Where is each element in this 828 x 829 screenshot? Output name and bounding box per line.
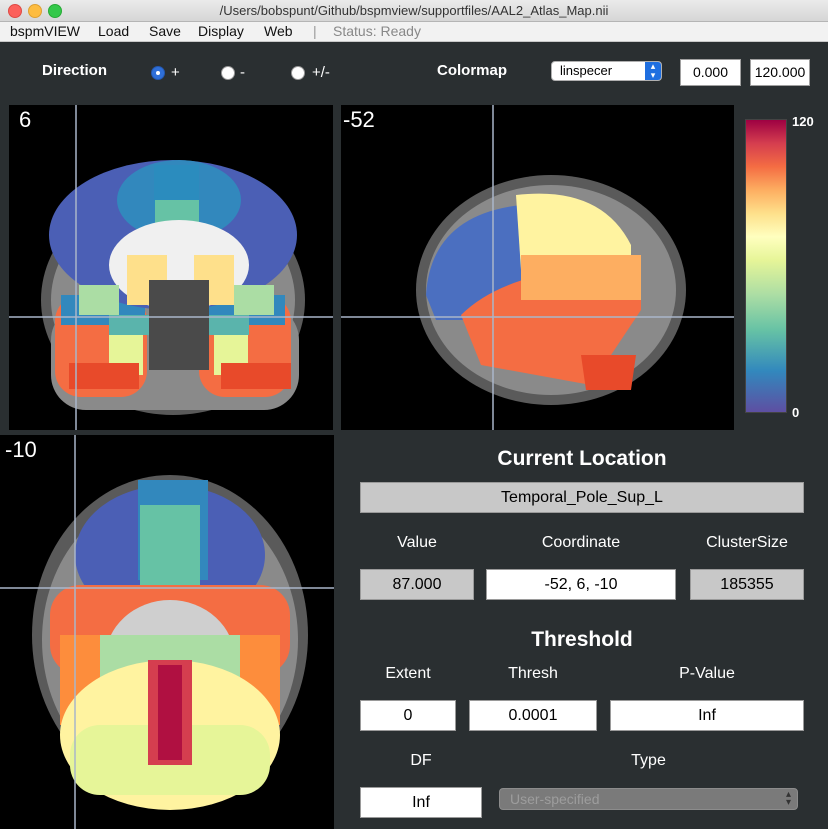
menu-save[interactable]: Save (149, 23, 181, 39)
menu-display[interactable]: Display (198, 23, 244, 39)
extent-label: Extent (385, 665, 431, 682)
pvalue-label: P-Value (679, 665, 735, 682)
threshold-heading: Threshold (531, 628, 633, 651)
sagittal-view[interactable]: -52 (341, 105, 734, 430)
menu-web[interactable]: Web (264, 23, 293, 39)
direction-minus-radio[interactable] (221, 66, 235, 80)
coronal-crosshair (9, 105, 333, 430)
direction-minus-label: - (240, 64, 245, 81)
menu-bspmview[interactable]: bspmVIEW (10, 23, 80, 39)
colormap-value: linspecer (560, 63, 613, 78)
coronal-slice-label: 6 (19, 107, 32, 132)
sagittal-crosshair (341, 105, 734, 430)
status-text: Status: Ready (333, 23, 421, 39)
sagittal-slice-label: -52 (343, 107, 375, 132)
df-label: DF (410, 752, 432, 769)
colormap-max-input[interactable]: 120.000 (750, 59, 810, 86)
direction-label: Direction (42, 62, 108, 79)
colorbar-max-label: 120 (792, 114, 814, 129)
colorbar (745, 119, 787, 413)
colormap-min-input[interactable]: 0.000 (680, 59, 741, 86)
menu-bar: bspmVIEW Load Save Display Web | Status:… (0, 22, 828, 42)
current-location-heading: Current Location (497, 447, 667, 470)
thresh-input[interactable]: 0.0001 (469, 700, 597, 731)
coordinate-label: Coordinate (541, 534, 621, 551)
cluster-size-label: ClusterSize (706, 534, 788, 551)
type-label: Type (631, 752, 666, 769)
coronal-view[interactable]: 6 (9, 105, 333, 430)
direction-both-radio[interactable] (291, 66, 305, 80)
direction-both-label: +/- (312, 64, 330, 81)
menu-separator: | (313, 23, 317, 39)
chevron-updown-icon: ▴ ▾ (785, 789, 791, 808)
threshold-type-value: User-specified (510, 791, 600, 807)
axial-slice-label: -10 (5, 437, 37, 462)
pvalue-input[interactable]: Inf (610, 700, 804, 731)
extent-input[interactable]: 0 (360, 700, 456, 731)
df-input[interactable]: Inf (360, 787, 482, 818)
axial-view[interactable]: -10 (0, 435, 334, 829)
menu-load[interactable]: Load (98, 23, 129, 39)
thresh-label: Thresh (508, 665, 558, 682)
value-field: 87.000 (360, 569, 474, 600)
colorbar-min-label: 0 (792, 405, 800, 420)
colormap-label: Colormap (437, 62, 508, 79)
colormap-select[interactable]: linspecer ▴ ▾ (551, 61, 662, 81)
direction-plus-label: + (171, 64, 180, 81)
value-label: Value (397, 534, 437, 551)
chevron-updown-icon: ▴ ▾ (645, 62, 661, 80)
window-title: /Users/bobspunt/Github/bspmview/supportf… (219, 3, 609, 18)
direction-plus-radio[interactable] (151, 66, 165, 80)
title-bar: /Users/bobspunt/Github/bspmview/supportf… (0, 0, 828, 22)
cluster-size-field: 185355 (690, 569, 804, 600)
region-name-field: Temporal_Pole_Sup_L (360, 482, 804, 513)
threshold-type-select[interactable]: User-specified ▴ ▾ (499, 788, 798, 810)
axial-crosshair (0, 435, 334, 829)
coordinate-input[interactable]: -52, 6, -10 (486, 569, 676, 600)
